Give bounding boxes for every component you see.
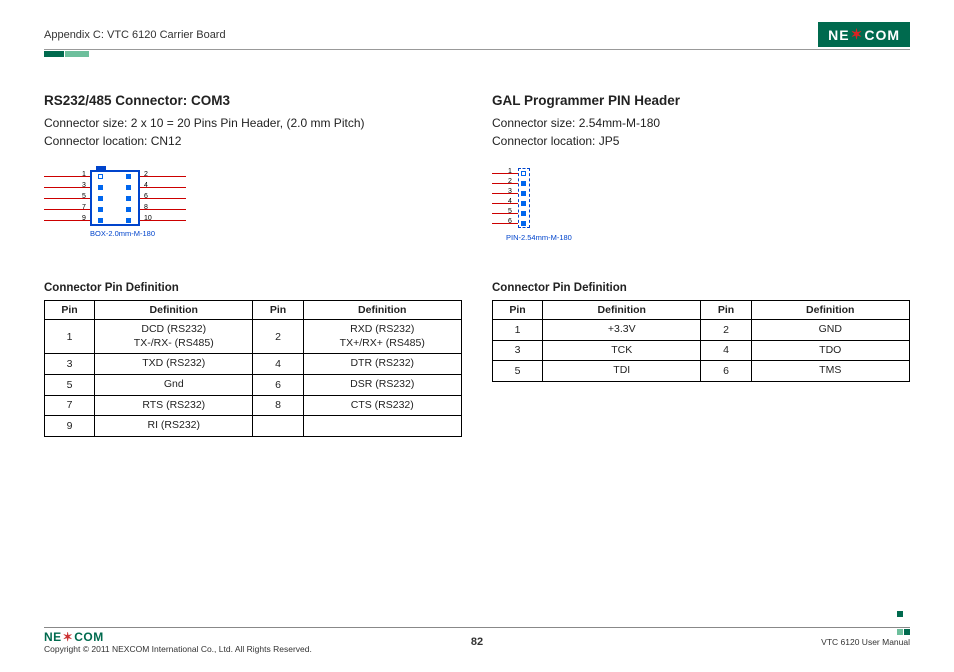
cell-def: TDO bbox=[751, 340, 909, 361]
jp5-title: GAL Programmer PIN Header bbox=[492, 93, 910, 108]
logo-pre: NE bbox=[828, 27, 849, 43]
cell-def: DTR (RS232) bbox=[303, 354, 461, 375]
com3-title: RS232/485 Connector: COM3 bbox=[44, 93, 462, 108]
cell-def: GND bbox=[751, 320, 909, 341]
jp5-pin-3: 3 bbox=[508, 188, 512, 195]
cell-def: CTS (RS232) bbox=[303, 395, 461, 416]
copyright: Copyright © 2011 NEXCOM International Co… bbox=[44, 644, 312, 654]
accent-bars bbox=[44, 51, 910, 57]
cell-def: RXD (RS232)TX+/RX+ (RS485) bbox=[303, 320, 461, 354]
th-def: Definition bbox=[95, 301, 253, 320]
table-row: 5TDI6TMS bbox=[493, 361, 910, 382]
cell-def: Gnd bbox=[95, 374, 253, 395]
table-row: 5Gnd6DSR (RS232) bbox=[45, 374, 462, 395]
cell-def: TCK bbox=[543, 340, 701, 361]
th-pin: Pin bbox=[45, 301, 95, 320]
com3-table-title: Connector Pin Definition bbox=[44, 282, 462, 294]
th-def2: Definition bbox=[751, 301, 909, 320]
com3-pin-5: 5 bbox=[82, 193, 86, 200]
cell-pin: 4 bbox=[253, 354, 303, 375]
header-divider bbox=[44, 49, 910, 50]
com3-location: Connector location: CN12 bbox=[44, 132, 462, 150]
cell-def: DSR (RS232) bbox=[303, 374, 461, 395]
table-row: 9RI (RS232) bbox=[45, 416, 462, 437]
cell-def: RTS (RS232) bbox=[95, 395, 253, 416]
cell-pin: 7 bbox=[45, 395, 95, 416]
jp5-table-title: Connector Pin Definition bbox=[492, 282, 910, 294]
jp5-diagram-label: PIN-2.54mm-M-180 bbox=[506, 233, 572, 242]
com3-pin-1: 1 bbox=[82, 171, 86, 178]
com3-pin-3: 3 bbox=[82, 182, 86, 189]
com3-diagram-label: BOX-2.0mm-M-180 bbox=[90, 229, 155, 238]
cell-pin: 4 bbox=[701, 340, 751, 361]
corner-mark-icon bbox=[896, 604, 910, 640]
logo-post: COM bbox=[864, 27, 900, 43]
logo-top: NE✶COM bbox=[818, 22, 910, 47]
table-row: 3TCK4TDO bbox=[493, 340, 910, 361]
com3-diagram: 1 3 5 7 9 2 4 6 8 10 BOX-2.0mm-M-180 bbox=[44, 168, 214, 238]
cell-def: TXD (RS232) bbox=[95, 354, 253, 375]
logo-swoosh-icon: ✶ bbox=[851, 26, 864, 43]
jp5-pin-5: 5 bbox=[508, 208, 512, 215]
table-row: 1DCD (RS232)TX-/RX- (RS485)2RXD (RS232)T… bbox=[45, 320, 462, 354]
com3-pin-4: 4 bbox=[144, 182, 148, 189]
cell-def: TDI bbox=[543, 361, 701, 382]
footer-divider bbox=[44, 627, 910, 628]
page-number: 82 bbox=[471, 636, 483, 648]
appendix-label: Appendix C: VTC 6120 Carrier Board bbox=[44, 29, 226, 41]
cell-pin bbox=[253, 416, 303, 437]
cell-def: RI (RS232) bbox=[95, 416, 253, 437]
table-row: 1+3.3V2GND bbox=[493, 320, 910, 341]
th-def: Definition bbox=[543, 301, 701, 320]
cell-pin: 6 bbox=[253, 374, 303, 395]
jp5-pin-4: 4 bbox=[508, 198, 512, 205]
com3-pin-9: 9 bbox=[82, 215, 86, 222]
cell-pin: 1 bbox=[493, 320, 543, 341]
cell-pin: 3 bbox=[45, 354, 95, 375]
th-pin2: Pin bbox=[253, 301, 303, 320]
cell-pin: 5 bbox=[493, 361, 543, 382]
cell-def: +3.3V bbox=[543, 320, 701, 341]
cell-pin: 8 bbox=[253, 395, 303, 416]
cell-pin: 2 bbox=[701, 320, 751, 341]
com3-pin-8: 8 bbox=[144, 204, 148, 211]
table-row: 3TXD (RS232)4DTR (RS232) bbox=[45, 354, 462, 375]
cell-pin: 1 bbox=[45, 320, 95, 354]
jp5-diagram: 1 2 3 4 5 6 PIN-2.54mm-M-180 bbox=[492, 168, 612, 248]
com3-pin-10: 10 bbox=[144, 215, 152, 222]
logo-swoosh-icon: ✶ bbox=[63, 630, 74, 644]
cell-pin: 5 bbox=[45, 374, 95, 395]
com3-pin-6: 6 bbox=[144, 193, 148, 200]
cell-def bbox=[303, 416, 461, 437]
cell-def: TMS bbox=[751, 361, 909, 382]
th-def2: Definition bbox=[303, 301, 461, 320]
jp5-pin-1: 1 bbox=[508, 168, 512, 175]
com3-table: Pin Definition Pin Definition 1DCD (RS23… bbox=[44, 300, 462, 437]
jp5-location: Connector location: JP5 bbox=[492, 132, 910, 150]
cell-def: DCD (RS232)TX-/RX- (RS485) bbox=[95, 320, 253, 354]
cell-pin: 3 bbox=[493, 340, 543, 361]
com3-pin-2: 2 bbox=[144, 171, 148, 178]
com3-pin-7: 7 bbox=[82, 204, 86, 211]
jp5-pin-6: 6 bbox=[508, 218, 512, 225]
table-row: 7RTS (RS232)8CTS (RS232) bbox=[45, 395, 462, 416]
jp5-pin-2: 2 bbox=[508, 178, 512, 185]
th-pin2: Pin bbox=[701, 301, 751, 320]
cell-pin: 2 bbox=[253, 320, 303, 354]
logo-bottom: NE✶COM bbox=[44, 630, 312, 644]
cell-pin: 6 bbox=[701, 361, 751, 382]
jp5-table: Pin Definition Pin Definition 1+3.3V2GND… bbox=[492, 300, 910, 382]
jp5-size: Connector size: 2.54mm-M-180 bbox=[492, 114, 910, 132]
com3-size: Connector size: 2 x 10 = 20 Pins Pin Hea… bbox=[44, 114, 462, 132]
cell-pin: 9 bbox=[45, 416, 95, 437]
th-pin: Pin bbox=[493, 301, 543, 320]
